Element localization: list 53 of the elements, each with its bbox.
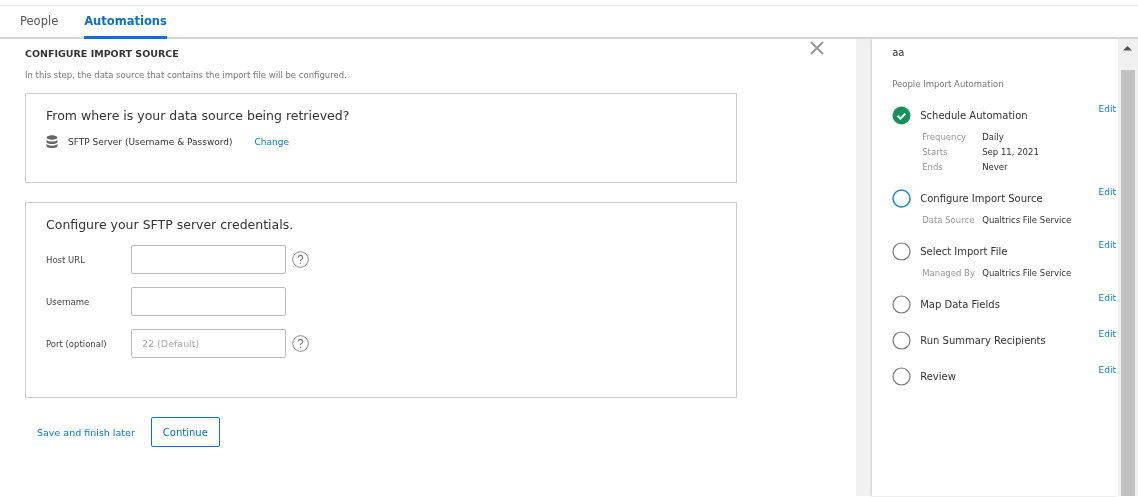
continue-button[interactable]: Continue [150,417,220,447]
database-icon [46,135,58,149]
step-title: Map Data Fields [920,299,1001,310]
step-title: Review [920,371,957,382]
automation-name: aa [892,47,906,58]
step-circle-icon [892,295,912,314]
detail-label: Data Source [922,215,976,225]
step-title: Select Import File [920,246,1009,257]
step-title: Schedule Automation [920,110,1029,121]
step-title: Run Summary Recipients [920,335,1047,346]
step-circle-icon [892,189,912,208]
card-title: From where is your data source being retrieved? [46,108,351,123]
input-field[interactable]: 22 (Default) [131,329,286,358]
field-label: Host URL [46,254,86,265]
source-name: SFTP Server (Username & Password) [68,137,233,147]
description: In this step, the data source that contains the import file will be configured. [25,70,348,80]
edit-link[interactable]: Edit [1098,329,1116,339]
detail-value: Qualtrics File Service [982,268,1072,278]
detail-label: Starts [922,147,949,157]
field-label: Username [46,296,91,307]
detail-label: Frequency [922,132,968,142]
step-circle-icon [892,242,912,261]
save-later-link[interactable]: Save and finish later [37,426,135,438]
edit-link[interactable]: Edit [1098,187,1116,197]
scroll-up-icon[interactable] [1123,45,1132,51]
detail-label: Managed By [922,268,976,278]
automation-type: People Import Automation [892,79,1005,89]
detail-value: Sep 11, 2021 [982,147,1039,157]
close-icon[interactable] [810,41,824,55]
change-link[interactable]: Change [254,137,290,147]
edit-link[interactable]: Edit [1098,365,1116,375]
detail-label: Ends [922,162,944,172]
card-title: Configure your SFTP server credentials. [46,217,295,232]
edit-link[interactable]: Edit [1098,293,1116,303]
input-field[interactable] [131,287,286,316]
section-heading: CONFIGURE IMPORT SOURCE [25,48,180,59]
step-circle-icon [892,367,912,386]
input-field[interactable] [131,245,286,274]
check-circle-icon [892,106,912,125]
edit-link[interactable]: Edit [1098,240,1116,250]
tab[interactable]: Automations [84,14,167,39]
detail-value: Qualtrics File Service [982,215,1072,225]
tab[interactable]: People [20,14,59,39]
help-icon[interactable] [292,335,309,352]
step-title: Configure Import Source [920,193,1044,204]
help-icon[interactable] [292,251,309,268]
step-circle-icon [892,331,912,350]
detail-value: Daily [982,132,1004,142]
edit-link[interactable]: Edit [1098,104,1116,114]
scrollbar[interactable] [1118,39,1138,496]
scrollbar-thumb[interactable] [1121,70,1135,496]
detail-value: Never [982,162,1008,172]
field-label: Port (optional) [46,338,108,349]
